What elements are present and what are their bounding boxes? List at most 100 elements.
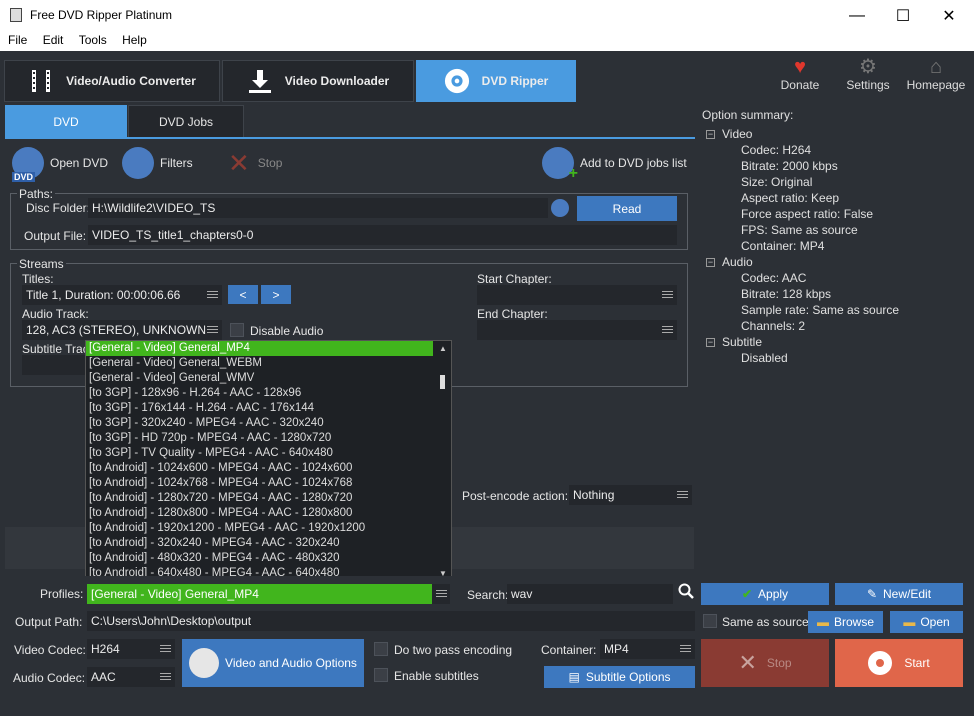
post-encode-select[interactable]: Nothing [569,485,692,505]
video-codec-select[interactable]: H264 [87,639,175,659]
title-bar: Free DVD Ripper Platinum — ☐ ✕ [0,0,974,31]
open-dvd-button[interactable]: DVD Open DVD [12,147,108,182]
tab-dvd[interactable]: DVD [5,105,127,138]
subtitle-icon: ▤ [568,670,580,684]
paths-group-label: Paths: [17,187,56,201]
search-input[interactable]: wav [507,584,673,604]
settings-button[interactable]: ⚙ Settings [838,56,898,98]
new-edit-button[interactable]: ✎ New/Edit [835,583,963,605]
profiles-select[interactable]: [General - Video] General_MP4 [87,584,432,604]
donate-button[interactable]: ♥ Donate [770,56,830,98]
list-item[interactable]: [to 3GP] - 320x240 - MPEG4 - AAC - 320x2… [86,416,451,431]
list-item[interactable]: [to Android] - 480x320 - MPEG4 - AAC - 4… [86,551,451,566]
start-button[interactable]: Start [835,639,963,687]
list-item[interactable]: [to 3GP] - TV Quality - MPEG4 - AAC - 64… [86,446,451,461]
subtitle-options-button[interactable]: ▤ Subtitle Options [544,666,695,688]
start-chapter-select[interactable] [477,285,677,305]
disable-audio-checkbox[interactable] [230,323,244,337]
end-chapter-select[interactable] [477,320,677,340]
list-item[interactable]: [General - Video] General_MP4 [86,341,433,356]
tab-video-audio-converter[interactable]: Video/Audio Converter [4,60,220,102]
profile-dropdown-list[interactable]: [General - Video] General_MP4 [General -… [85,340,452,582]
menu-help[interactable]: Help [114,31,151,47]
disc-folder-input[interactable]: H:\Wildlife2\VIDEO_TS [88,198,548,218]
collapse-audio-icon[interactable]: − [706,258,715,267]
menu-tools[interactable]: Tools [71,31,111,47]
summary-item: Channels: 2 [741,319,806,333]
window-title: Free DVD Ripper Platinum [30,8,173,22]
output-file-input[interactable]: VIDEO_TS_title1_chapters0-0 [88,225,677,245]
two-pass-checkbox[interactable] [374,642,388,656]
summary-item: Force aspect ratio: False [741,207,874,221]
disc-folder-label: Disc Folder: [26,201,91,215]
titles-label: Titles: [22,272,54,286]
menu-edit[interactable]: Edit [35,31,68,47]
list-item[interactable]: [to 3GP] - HD 720p - MPEG4 - AAC - 1280x… [86,431,451,446]
list-item[interactable]: [General - Video] General_WEBM [86,356,451,371]
homepage-button[interactable]: ⌂ Homepage [906,56,966,98]
profiles-label: Profiles: [40,587,84,601]
dropdown-scrollbar[interactable]: ▲ ▼ [435,341,451,581]
stop-button[interactable]: ✕ Stop [701,639,829,687]
summary-item: Bitrate: 2000 kbps [741,159,838,173]
menu-file[interactable]: File [0,31,31,47]
dropdown-icon [436,590,447,597]
list-item[interactable]: [to Android] - 320x240 - MPEG4 - AAC - 3… [86,536,451,551]
list-item[interactable]: [to Android] - 1024x768 - MPEG4 - AAC - … [86,476,451,491]
minimize-button[interactable]: — [834,0,880,31]
filters-button[interactable]: Filters [122,147,193,179]
prev-title-button[interactable]: < [228,285,258,304]
audio-codec-select[interactable]: AAC [87,667,175,687]
filters-label: Filters [160,156,193,170]
list-item[interactable]: [to Android] - 1280x720 - MPEG4 - AAC - … [86,491,451,506]
scrollbar-thumb[interactable] [440,375,445,389]
stop-toolbar-button[interactable]: ✕ Stop [228,150,282,176]
start-label: Start [904,656,930,670]
browse-folder-icon[interactable] [551,199,569,217]
summary-item: Codec: AAC [741,271,807,285]
list-item[interactable]: [General - Video] General_WMV [86,371,451,386]
titles-select[interactable]: Title 1, Duration: 00:00:06.66 [22,285,222,305]
video-codec-label: Video Codec: [14,643,86,657]
list-item[interactable]: [to Android] - 1024x600 - MPEG4 - AAC - … [86,461,451,476]
list-item[interactable]: [to Android] - 1280x800 - MPEG4 - AAC - … [86,506,451,521]
add-to-jobs-button[interactable]: + Add to DVD jobs list [542,147,687,182]
enable-subtitles-checkbox[interactable] [374,668,388,682]
open-folder-icon: ▬ [903,615,916,629]
video-audio-options-button[interactable]: Video and Audio Options [182,639,364,687]
list-item[interactable]: [to 3GP] - 176x144 - H.264 - AAC - 176x1… [86,401,451,416]
tab-dvd-jobs[interactable]: DVD Jobs [128,105,244,138]
tab-dvd-ripper[interactable]: DVD Ripper [416,60,576,102]
search-icon[interactable] [678,583,694,604]
open-button[interactable]: ▬ Open [890,611,963,633]
dvd-badge: DVD [12,172,36,182]
collapse-video-icon[interactable]: − [706,130,715,139]
scroll-up-icon[interactable]: ▲ [439,344,447,353]
post-encode-value: Nothing [573,488,615,502]
enable-subtitles-label: Enable subtitles [394,669,479,683]
collapse-subtitle-icon[interactable]: − [706,338,715,347]
summary-item: Codec: H264 [741,143,812,157]
container-select[interactable]: MP4 [600,639,695,659]
read-button[interactable]: Read [577,196,677,221]
apply-label: Apply [758,587,789,601]
list-item[interactable]: [to 3GP] - 128x96 - H.264 - AAC - 128x96 [86,386,451,401]
browse-button[interactable]: ▬ Browse [808,611,883,633]
audio-track-select[interactable]: 128, AC3 (STEREO), UNKNOWN [22,320,222,340]
subtitle-track-label: Subtitle Track [22,342,95,356]
list-item[interactable]: [to Android] - 1920x1200 - MPEG4 - AAC -… [86,521,451,536]
tab-video-downloader[interactable]: Video Downloader [222,60,414,102]
subtitle-track-select[interactable] [22,355,92,375]
stop-x-icon: ✕ [228,148,250,178]
apply-button[interactable]: ✔ Apply [701,583,829,605]
close-button[interactable]: ✕ [926,0,972,31]
add-jobs-label: Add to DVD jobs list [580,156,687,170]
next-title-button[interactable]: > [261,285,291,304]
titles-value: Title 1, Duration: 00:00:06.66 [26,288,181,302]
output-path-input[interactable]: C:\Users\John\Desktop\output [87,611,695,631]
profiles-dropdown-toggle[interactable] [432,584,450,604]
option-summary-panel: Option summary: − Video Codec: H264 Bitr… [698,104,974,572]
dropdown-icon [662,291,673,298]
maximize-button[interactable]: ☐ [880,0,926,31]
same-as-source-checkbox[interactable] [703,614,717,628]
